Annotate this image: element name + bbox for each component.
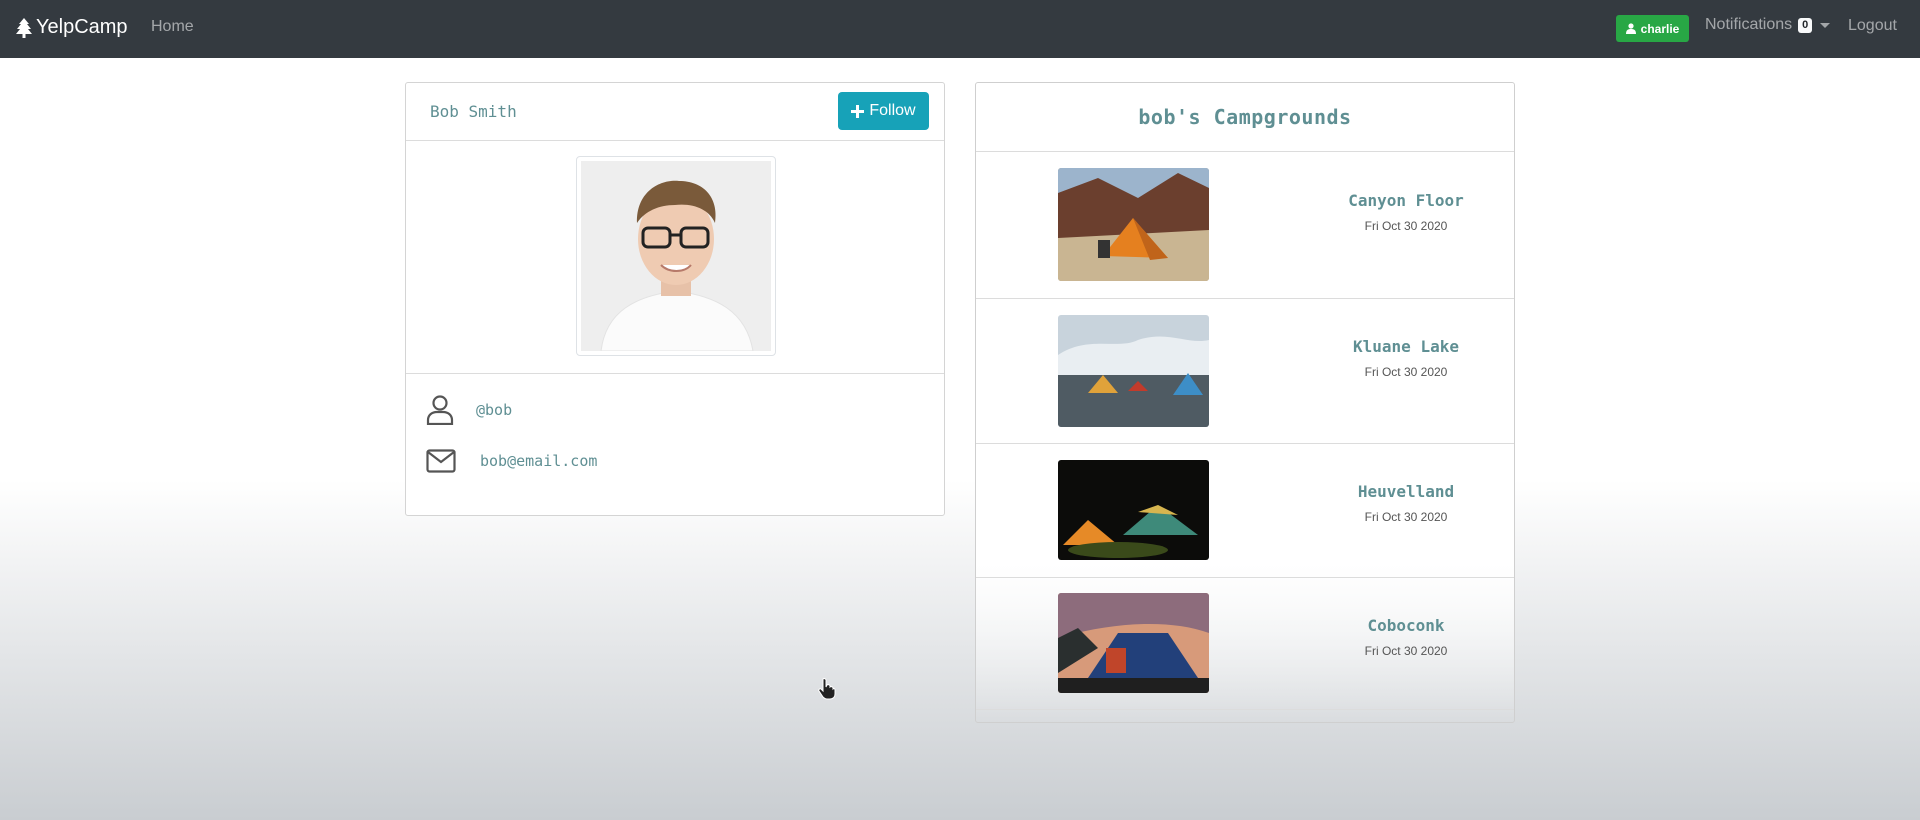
logout-link[interactable]: Logout [1848,17,1897,35]
avatar [581,161,771,351]
user-outline-icon [426,395,454,425]
email-text[interactable]: bob@email.com [480,452,597,470]
campground-image[interactable] [1058,460,1209,560]
hand-cursor-icon [818,678,836,700]
brand-link[interactable]: YelpCamp [16,16,128,39]
campground-date: Fri Oct 30 2020 [1364,365,1448,379]
follow-label: Follow [869,102,916,119]
username-text: @bob [476,401,513,419]
campground-row[interactable]: Heuvelland Fri Oct 30 2020 [976,444,1514,578]
campground-name[interactable]: Coboconk [1306,616,1506,635]
notification-count-badge: 0 [1798,17,1813,33]
campgrounds-title: bob's Campgrounds [1138,105,1352,129]
envelope-icon [426,449,456,473]
profile-name: Bob Smith [430,102,517,121]
campground-image[interactable] [1058,315,1209,427]
campground-date: Fri Oct 30 2020 [1364,219,1448,233]
chevron-down-icon [1820,22,1831,28]
avatar-frame [576,156,776,356]
campground-name[interactable]: Heuvelland [1306,482,1506,501]
user-profile-button[interactable]: charlie [1616,15,1689,42]
campground-row[interactable]: Canyon Floor Fri Oct 30 2020 [976,153,1514,299]
campground-row[interactable]: Kluane Lake Fri Oct 30 2020 [976,299,1514,444]
campground-name[interactable]: Kluane Lake [1306,337,1506,356]
campground-name[interactable]: Canyon Floor [1306,191,1506,210]
user-name: charlie [1640,21,1680,36]
campgrounds-card: bob's Campgrounds Canyon Floor Fri Oct 3… [975,82,1515,723]
profile-divider [406,373,944,374]
notifications-dropdown[interactable]: Notifications 0 [1705,16,1831,34]
nav-home-link[interactable]: Home [151,18,194,36]
campground-row[interactable]: Coboconk Fri Oct 30 2020 [976,578,1514,710]
profile-card: Bob Smith Follow @bob bob@email.com [405,82,945,516]
campground-date: Fri Oct 30 2020 [1364,644,1448,658]
follow-button[interactable]: Follow [838,92,929,130]
campgrounds-header: bob's Campgrounds [976,83,1514,152]
plus-icon [851,104,865,118]
username-row: @bob [426,395,512,425]
campground-image[interactable] [1058,593,1209,693]
tree-icon [16,17,32,38]
user-icon [1625,23,1636,34]
campground-date: Fri Oct 30 2020 [1364,510,1448,524]
brand-label: YelpCamp [36,16,128,38]
profile-header: Bob Smith Follow [406,83,944,141]
campground-image[interactable] [1058,168,1209,281]
email-row: bob@email.com [426,449,597,473]
notifications-label: Notifications [1705,16,1793,33]
navbar: YelpCamp Home charlie Notifications 0 Lo… [0,0,1920,58]
